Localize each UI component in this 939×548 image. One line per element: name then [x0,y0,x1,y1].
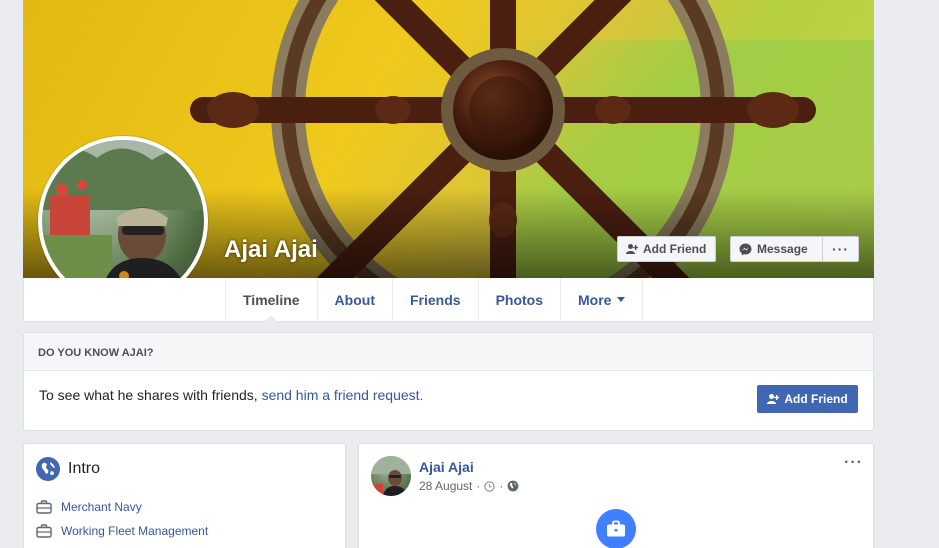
post-options-button[interactable]: ··· [844,454,863,472]
tab-label: About [334,291,375,308]
tab-timeline[interactable]: Timeline [225,278,317,322]
life-event-badge [596,509,636,548]
friend-request-link[interactable]: send him a friend request. [262,387,424,403]
tab-label: Photos [495,291,544,308]
add-friend-label: Add Friend [784,392,848,406]
tab-more[interactable]: More [560,278,644,321]
intro-card: Intro Merchant Navy Working Fleet Manage… [23,443,346,548]
message-label: Message [757,242,808,256]
tab-photos[interactable]: Photos [477,278,560,321]
post-date[interactable]: 28 August [419,479,472,493]
intro-header: Intro [36,457,100,481]
tab-label: Friends [409,291,461,308]
intro-item-work[interactable]: Working Fleet Management [36,524,208,538]
meta-separator: · [476,479,481,493]
briefcase-icon [36,500,52,514]
globe-icon [36,457,60,481]
tab-label: More [578,291,612,308]
profile-tabs: Timeline About Friends Photos More [225,278,644,322]
add-friend-primary-button[interactable]: Add Friend [757,385,858,413]
intro-item-label: Working Fleet Management [61,524,209,538]
post-author-avatar[interactable] [371,456,411,496]
intro-item-label: Merchant Navy [61,500,142,514]
briefcase-icon [607,520,625,537]
profile-name[interactable]: Ajai Ajai [224,236,318,264]
caret-down-icon [617,297,626,302]
friend-request-card: DO YOU KNOW AJAI? To see what he shares … [23,332,874,431]
messenger-icon [739,243,752,256]
timeline-post: Ajai Ajai 28 August · · ··· [358,443,874,548]
intro-item-work[interactable]: Merchant Navy [36,500,142,514]
post-meta: 28 August · · [419,479,519,493]
meta-separator: · [499,479,504,493]
add-friend-button[interactable]: Add Friend [617,236,716,262]
add-friend-icon [626,243,638,255]
tab-about[interactable]: About [316,278,392,321]
tab-friends[interactable]: Friends [391,278,478,321]
clock-icon [484,480,496,492]
add-friend-icon [767,393,780,405]
more-options-button[interactable]: ··· [822,236,859,262]
post-author-name[interactable]: Ajai Ajai [419,459,474,475]
intro-title: Intro [68,460,101,477]
card-text: To see what he shares with friends, send… [39,387,423,403]
avatar-illustration [371,456,411,496]
add-friend-label: Add Friend [643,242,707,256]
message-button[interactable]: Message [730,236,823,262]
card-heading: DO YOU KNOW AJAI? [24,333,873,371]
card-message: To see what he shares with friends, [39,387,258,403]
profile-nav: Timeline About Friends Photos More [23,278,874,322]
briefcase-icon [36,524,52,538]
tab-label: Timeline [243,291,300,308]
globe-icon[interactable] [507,480,519,492]
